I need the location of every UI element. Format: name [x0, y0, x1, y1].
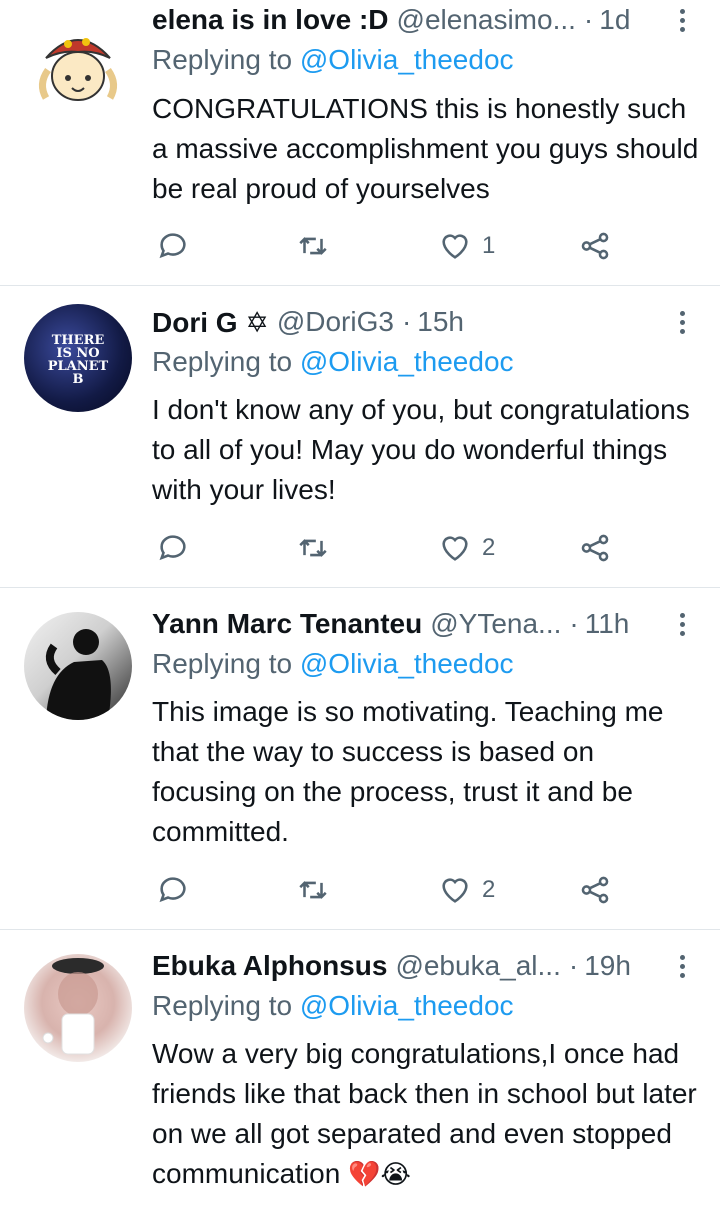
like-count: 2	[482, 876, 496, 903]
avatar-text-line: B	[72, 372, 84, 387]
tweet-text-container: Wow a very big congratulations,I once ha…	[152, 1034, 700, 1194]
author-handle[interactable]: @YTena...	[430, 608, 561, 640]
avatar[interactable]	[24, 14, 132, 122]
reply-icon	[159, 233, 186, 259]
avatar[interactable]: THERE IS NO PLANET B	[24, 304, 132, 412]
like-button[interactable]: 2	[438, 870, 495, 910]
like-button[interactable]: 2	[438, 528, 495, 568]
replying-to: Replying to @Olivia_theedoc	[152, 44, 514, 76]
separator-dot: ·	[401, 306, 412, 337]
share-icon	[581, 876, 609, 904]
share-button[interactable]	[578, 226, 612, 266]
heart-icon	[442, 536, 468, 561]
reply-icon	[159, 877, 186, 903]
like-count: 2	[482, 534, 496, 561]
separator-dot: ·	[569, 608, 579, 639]
more-options-icon[interactable]	[668, 304, 696, 340]
replying-prefix: Replying to	[152, 44, 293, 75]
replying-to: Replying to @Olivia_theedoc	[152, 346, 514, 378]
timestamp[interactable]: 15h	[417, 306, 464, 338]
replying-to: Replying to @Olivia_theedoc	[152, 990, 514, 1022]
share-icon	[581, 534, 609, 562]
author-handle[interactable]: @ebuka_al...	[395, 950, 560, 982]
replying-prefix: Replying to	[152, 990, 293, 1021]
avatar[interactable]	[24, 954, 132, 1062]
mention-link[interactable]: @Olivia_theedoc	[300, 990, 514, 1021]
replying-prefix: Replying to	[152, 648, 293, 679]
retweet-button[interactable]	[296, 870, 330, 910]
separator-dot: ·	[583, 4, 594, 35]
tweet[interactable]: Yann Marc Tenanteu @YTena... · 11h Reply…	[0, 588, 720, 930]
reply-button[interactable]	[156, 226, 190, 266]
more-options-icon[interactable]	[668, 606, 696, 642]
separator-dot: ·	[568, 950, 579, 981]
timestamp[interactable]: 19h	[584, 950, 631, 982]
like-button[interactable]: 1	[438, 226, 495, 266]
tweet-text: Wow a very big congratulations,I once ha…	[152, 1038, 697, 1189]
share-icon	[581, 232, 609, 260]
heart-icon	[442, 234, 468, 259]
heart-icon	[442, 878, 468, 903]
action-bar: 2	[152, 528, 700, 568]
more-options-icon[interactable]	[668, 2, 696, 38]
tweet[interactable]: Ebuka Alphonsus @ebuka_al... · 19h Reply…	[0, 930, 720, 1217]
tweet[interactable]: THERE IS NO PLANET B Dori G ✡ @DoriG3 · …	[0, 286, 720, 588]
mention-link[interactable]: @Olivia_theedoc	[300, 44, 514, 75]
silhouette-avatar-icon	[45, 629, 111, 720]
like-count: 1	[482, 232, 496, 259]
author-name[interactable]: Yann Marc Tenanteu	[152, 608, 422, 640]
tweet-text: I don't know any of you, but congratulat…	[152, 394, 690, 505]
timestamp[interactable]: 11h	[585, 608, 630, 640]
tweet-text: CONGRATULATIONS this is honestly such a …	[152, 93, 699, 204]
retweet-button[interactable]	[296, 528, 330, 568]
tweet[interactable]: elena is in love :D @elenasimo... · 1d R…	[0, 0, 720, 286]
reply-icon	[159, 535, 186, 561]
author-name[interactable]: elena is in love :D	[152, 4, 389, 36]
photo-avatar-icon	[42, 958, 104, 1055]
author-handle[interactable]: @elenasimo...	[397, 4, 576, 36]
retweet-icon	[299, 881, 327, 899]
share-button[interactable]	[578, 870, 612, 910]
replying-to: Replying to @Olivia_theedoc	[152, 648, 514, 680]
retweet-icon	[299, 237, 327, 255]
reply-button[interactable]	[156, 870, 190, 910]
retweet-icon	[299, 539, 327, 557]
avatar[interactable]	[24, 612, 132, 720]
action-bar: 1	[152, 226, 700, 266]
author-handle[interactable]: @DoriG3	[277, 306, 394, 338]
reply-button[interactable]	[156, 528, 190, 568]
anime-avatar-icon	[39, 38, 117, 101]
tweet-text: This image is so motivating. Teaching me…	[152, 696, 664, 847]
share-button[interactable]	[578, 528, 612, 568]
author-name[interactable]: Ebuka Alphonsus	[152, 950, 387, 982]
author-name[interactable]: Dori G ✡	[152, 306, 269, 339]
more-options-icon[interactable]	[668, 948, 696, 984]
replying-prefix: Replying to	[152, 346, 293, 377]
mention-link[interactable]: @Olivia_theedoc	[300, 648, 514, 679]
action-bar: 2	[152, 870, 700, 910]
mention-link[interactable]: @Olivia_theedoc	[300, 346, 514, 377]
retweet-button[interactable]	[296, 226, 330, 266]
timestamp[interactable]: 1d	[599, 4, 630, 36]
broken-heart-crying-emoji: 💔😭	[348, 1159, 411, 1189]
